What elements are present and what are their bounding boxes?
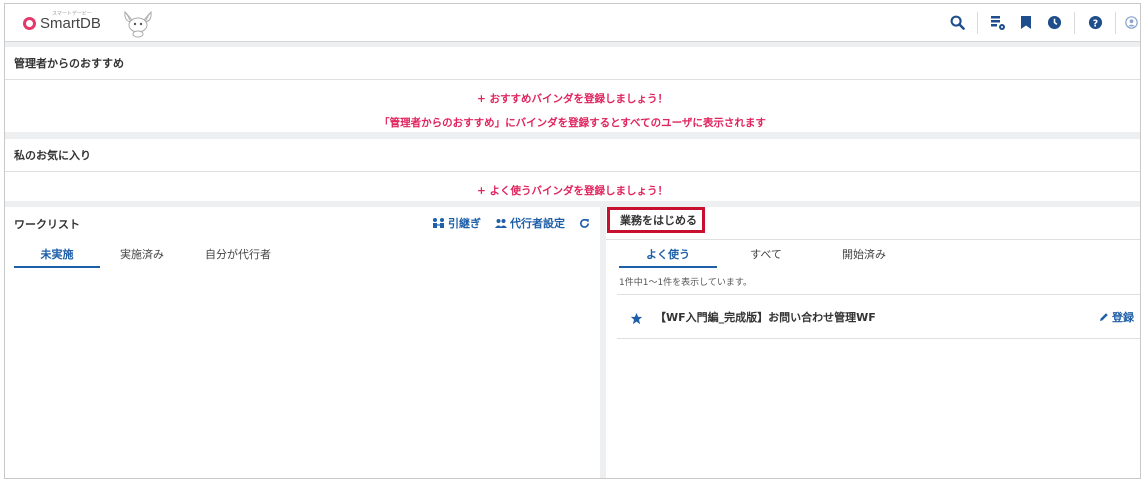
logo-text: SmartDB bbox=[40, 14, 101, 32]
takeover-button[interactable]: 引継ぎ bbox=[432, 215, 481, 231]
header-divider bbox=[1074, 11, 1075, 34]
top-header: スマートデービー SmartDB ? bbox=[5, 4, 1140, 42]
tab-frequent[interactable]: よく使う bbox=[619, 246, 717, 268]
svg-text:?: ? bbox=[1092, 18, 1097, 29]
takeover-icon bbox=[433, 218, 444, 228]
worklist-tabs: 未実施 実施済み 自分が代行者 bbox=[14, 246, 292, 268]
tab-not-done[interactable]: 未実施 bbox=[14, 246, 100, 268]
binder-settings-icon[interactable] bbox=[984, 4, 1012, 41]
app-frame: スマートデービー SmartDB ? 管理者からのおすすめ + おすすめバインダ… bbox=[4, 3, 1141, 479]
start-work-divider bbox=[606, 239, 1140, 240]
proxy-settings-label: 代行者設定 bbox=[510, 217, 565, 230]
mascot-icon bbox=[124, 10, 152, 38]
help-icon[interactable]: ? bbox=[1081, 4, 1109, 41]
pencil-icon bbox=[1100, 312, 1108, 321]
list-item[interactable]: 【WF入門編_完成版】お問い合わせ管理WF 登録 bbox=[617, 294, 1140, 339]
clock-icon[interactable] bbox=[1040, 4, 1068, 41]
favorites-title: 私のお気に入り bbox=[5, 139, 1140, 172]
tab-all[interactable]: すべて bbox=[717, 246, 815, 268]
worklist-panel: ワークリスト 引継ぎ 代行者設定 未実施 実施済み 自分が代行者 bbox=[5, 207, 600, 478]
search-icon[interactable] bbox=[943, 4, 971, 41]
header-toolbar: ? bbox=[943, 4, 1140, 41]
register-label: 登録 bbox=[1112, 310, 1134, 324]
header-divider bbox=[977, 11, 978, 34]
add-recommend-binder-link[interactable]: + おすすめバインダを登録しましょう！ bbox=[5, 91, 1140, 106]
refresh-icon bbox=[580, 218, 590, 228]
tab-done[interactable]: 実施済み bbox=[100, 246, 184, 268]
logo-subtitle: スマートデービー bbox=[52, 11, 92, 17]
refresh-button[interactable] bbox=[579, 218, 590, 229]
takeover-label: 引継ぎ bbox=[448, 217, 481, 230]
header-divider bbox=[1115, 11, 1116, 34]
start-work-tabs: よく使う すべて 開始済み bbox=[619, 246, 913, 268]
logo[interactable]: スマートデービー SmartDB bbox=[23, 11, 101, 34]
start-work-panel: よく使う すべて 開始済み 1件中1～1件を表示しています。 【WF入門編_完成… bbox=[606, 207, 1140, 478]
admin-recommend-section: 管理者からのおすすめ + おすすめバインダを登録しましょう！ 「管理者からのおす… bbox=[5, 47, 1140, 132]
worklist-actions: 引継ぎ 代行者設定 bbox=[432, 215, 590, 231]
register-button[interactable]: 登録 bbox=[1099, 295, 1134, 338]
favorites-section: 私のお気に入り + よく使うバインダを登録しましょう！ bbox=[5, 139, 1140, 201]
users-icon bbox=[495, 219, 507, 228]
recommend-note: 「管理者からのおすすめ」にバインダを登録するとすべてのユーザに表示されます bbox=[379, 117, 766, 129]
tab-started[interactable]: 開始済み bbox=[815, 246, 913, 268]
start-work-title: 業務をはじめる bbox=[607, 207, 705, 233]
binder-name[interactable]: 【WF入門編_完成版】お問い合わせ管理WF bbox=[655, 309, 876, 325]
user-icon[interactable] bbox=[1122, 4, 1140, 41]
star-icon[interactable] bbox=[630, 312, 643, 325]
add-favorite-binder-link[interactable]: + よく使うバインダを登録しましょう！ bbox=[5, 183, 1140, 198]
proxy-settings-button[interactable]: 代行者設定 bbox=[495, 215, 565, 231]
tab-proxy[interactable]: 自分が代行者 bbox=[184, 246, 292, 268]
logo-mark-icon bbox=[23, 16, 36, 30]
result-count: 1件中1～1件を表示しています。 bbox=[619, 278, 753, 288]
start-work-title-text: 業務をはじめる bbox=[620, 214, 697, 227]
admin-recommend-title: 管理者からのおすすめ bbox=[5, 47, 1140, 80]
bookmark-icon[interactable] bbox=[1012, 4, 1040, 41]
